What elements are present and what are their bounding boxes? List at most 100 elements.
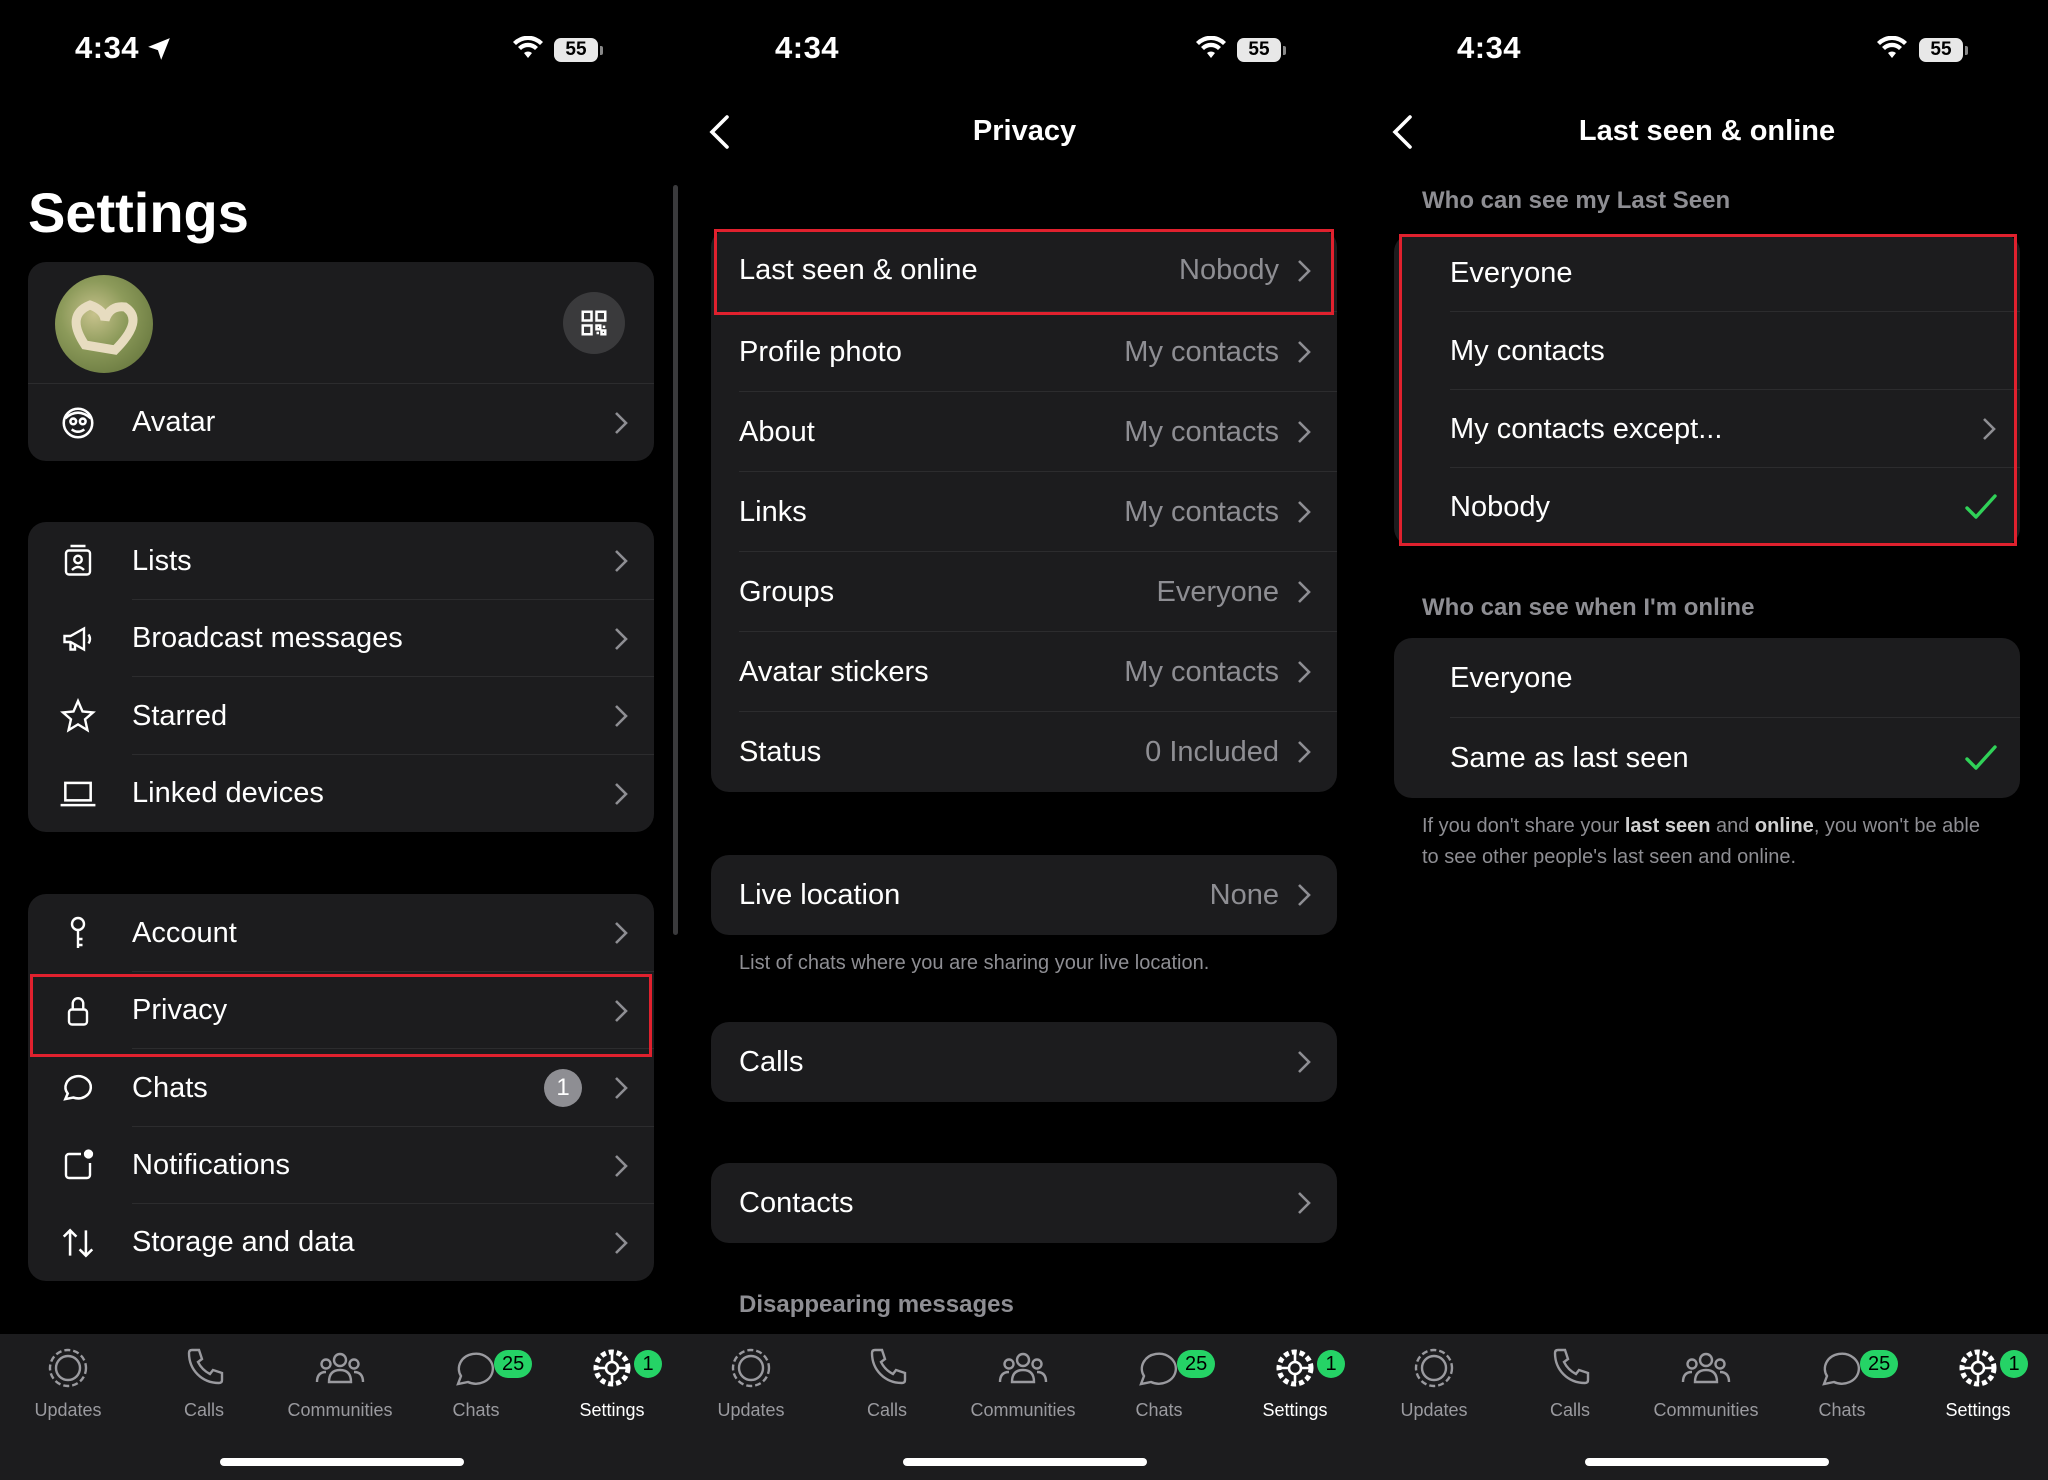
live-location-note: List of chats where you are sharing your… bbox=[739, 952, 1210, 974]
privacy-row[interactable]: Status 0 Included bbox=[711, 712, 1337, 792]
option-label: Everyone bbox=[1450, 661, 1573, 694]
tab-chats[interactable]: Chats 25 bbox=[1774, 1342, 1910, 1442]
option-everyone[interactable]: Everyone bbox=[1394, 234, 2020, 312]
key-icon bbox=[58, 913, 98, 953]
settings-badge: 1 bbox=[2000, 1350, 2028, 1378]
tab-bar: Updates Calls Communities Chats 25 Setti… bbox=[683, 1334, 1366, 1480]
privacy-row[interactable]: About My contacts bbox=[711, 392, 1337, 472]
online-option-same-as-last-seen[interactable]: Same as last seen bbox=[1394, 718, 2020, 798]
battery-icon: 55 bbox=[1919, 38, 1968, 62]
chats-count-badge: 1 bbox=[544, 1069, 582, 1107]
updates-icon bbox=[48, 1348, 88, 1388]
chevron-right-icon bbox=[615, 922, 628, 944]
online-option-everyone[interactable]: Everyone bbox=[1394, 638, 2020, 718]
menu-label: Chats bbox=[132, 1071, 208, 1104]
chat-bubble-icon bbox=[58, 1068, 98, 1108]
settings-gear-icon bbox=[1959, 1349, 1997, 1387]
live-location-group: Live location None bbox=[711, 855, 1337, 935]
row-value: None bbox=[1209, 878, 1279, 911]
up-down-arrows-icon bbox=[58, 1223, 98, 1263]
tab-bar: Updates Calls Communities Chats 25 Setti… bbox=[1366, 1334, 2048, 1480]
communities-icon bbox=[998, 1352, 1048, 1384]
tab-calls[interactable]: Calls bbox=[136, 1342, 272, 1442]
privacy-row[interactable]: Avatar stickers My contacts bbox=[711, 632, 1337, 712]
chevron-right-icon bbox=[615, 1154, 628, 1177]
menu-label: Linked devices bbox=[132, 777, 324, 809]
row-label: Last seen & online bbox=[739, 254, 978, 286]
privacy-row[interactable]: Links My contacts bbox=[711, 472, 1337, 552]
row-value: My contacts bbox=[1124, 415, 1279, 448]
option-my-contacts-except[interactable]: My contacts except... bbox=[1394, 390, 2020, 468]
privacy-group: Last seen & online Nobody Profile photo My … bbox=[711, 229, 1337, 792]
row-label: Avatar stickers bbox=[739, 655, 929, 688]
profile-photo[interactable] bbox=[55, 275, 153, 373]
location-arrow-icon bbox=[148, 38, 170, 60]
chevron-right-icon bbox=[615, 550, 628, 572]
tab-updates[interactable]: Updates bbox=[0, 1342, 136, 1442]
notification-icon bbox=[58, 1146, 98, 1186]
status-bar: 4:34 55 bbox=[0, 0, 683, 100]
tab-communities[interactable]: Communities bbox=[1638, 1342, 1774, 1442]
chats-unread-badge: 25 bbox=[494, 1350, 533, 1378]
scrollbar[interactable] bbox=[673, 185, 678, 935]
tab-label: Settings bbox=[1945, 1400, 2011, 1420]
tab-communities[interactable]: Communities bbox=[272, 1342, 408, 1442]
chevron-right-icon bbox=[615, 627, 628, 650]
menu-item-privacy[interactable]: Privacy bbox=[28, 972, 654, 1049]
privacy-row[interactable]: Last seen & online Nobody bbox=[711, 229, 1337, 312]
avatar-row[interactable]: Avatar bbox=[28, 384, 654, 461]
chats-unread-badge: 25 bbox=[1177, 1350, 1216, 1378]
communities-icon bbox=[315, 1352, 365, 1384]
menu-item-broadcast[interactable]: Broadcast messages bbox=[28, 600, 654, 677]
tab-settings[interactable]: Settings 1 bbox=[544, 1342, 680, 1442]
option-label: Nobody bbox=[1450, 490, 1550, 523]
tab-communities[interactable]: Communities bbox=[955, 1342, 1091, 1442]
chevron-right-icon bbox=[1983, 418, 1996, 440]
option-nobody[interactable]: Nobody bbox=[1394, 468, 2020, 546]
tab-label: Calls bbox=[866, 1400, 907, 1420]
row-label: Contacts bbox=[739, 1186, 854, 1219]
note-bold: online bbox=[1754, 815, 1814, 837]
nav-bar: Privacy bbox=[683, 100, 1366, 164]
settings-gear-icon bbox=[593, 1349, 631, 1387]
row-label: Profile photo bbox=[739, 335, 902, 368]
tab-updates[interactable]: Updates bbox=[683, 1342, 819, 1442]
option-my-contacts[interactable]: My contacts bbox=[1394, 312, 2020, 390]
tab-chats[interactable]: Chats 25 bbox=[408, 1342, 544, 1442]
menu-label: Starred bbox=[132, 699, 228, 732]
menu-item-lists[interactable]: Lists bbox=[28, 522, 654, 600]
tab-calls[interactable]: Calls bbox=[819, 1342, 955, 1442]
settings-badge: 1 bbox=[1317, 1350, 1345, 1378]
chevron-right-icon bbox=[615, 705, 628, 727]
privacy-row-contacts[interactable]: Contacts bbox=[711, 1163, 1337, 1243]
privacy-row[interactable]: Groups Everyone bbox=[711, 552, 1337, 632]
tab-label: Updates bbox=[717, 1400, 785, 1420]
tab-label: Communities bbox=[1653, 1400, 1759, 1420]
chevron-right-icon bbox=[1298, 501, 1311, 523]
tab-chats[interactable]: Chats 25 bbox=[1091, 1342, 1227, 1442]
menu-item-linked-devices[interactable]: Linked devices bbox=[28, 755, 654, 832]
battery-icon: 55 bbox=[1237, 38, 1286, 62]
qr-code-button[interactable] bbox=[563, 292, 625, 354]
tab-settings[interactable]: Settings 1 bbox=[1227, 1342, 1363, 1442]
phone-icon bbox=[1553, 1348, 1590, 1385]
menu-item-chats[interactable]: Chats 1 bbox=[28, 1049, 654, 1127]
option-label: Everyone bbox=[1450, 256, 1573, 289]
menu-item-starred[interactable]: Starred bbox=[28, 677, 654, 755]
menu-item-notifications[interactable]: Notifications bbox=[28, 1127, 654, 1204]
privacy-row[interactable]: Profile photo My contacts bbox=[711, 312, 1337, 392]
tab-updates[interactable]: Updates bbox=[1366, 1342, 1502, 1442]
checkmark-icon bbox=[1965, 494, 1997, 519]
menu-item-storage[interactable]: Storage and data bbox=[28, 1204, 654, 1281]
menu-item-account[interactable]: Account bbox=[28, 894, 654, 972]
tab-label: Updates bbox=[1400, 1400, 1468, 1420]
tab-calls[interactable]: Calls bbox=[1502, 1342, 1638, 1442]
tab-settings[interactable]: Settings 1 bbox=[1910, 1342, 2046, 1442]
menu-label: Storage and data bbox=[132, 1226, 355, 1258]
privacy-row-calls[interactable]: Calls bbox=[711, 1022, 1337, 1102]
wifi-icon bbox=[1877, 36, 1907, 58]
battery-icon: 55 bbox=[554, 38, 603, 62]
privacy-panel: 4:34 55 Privacy Last seen & online Nobody… bbox=[683, 0, 1366, 1480]
privacy-row-live-location[interactable]: Live location None bbox=[711, 855, 1337, 935]
tab-label: Updates bbox=[34, 1400, 102, 1420]
